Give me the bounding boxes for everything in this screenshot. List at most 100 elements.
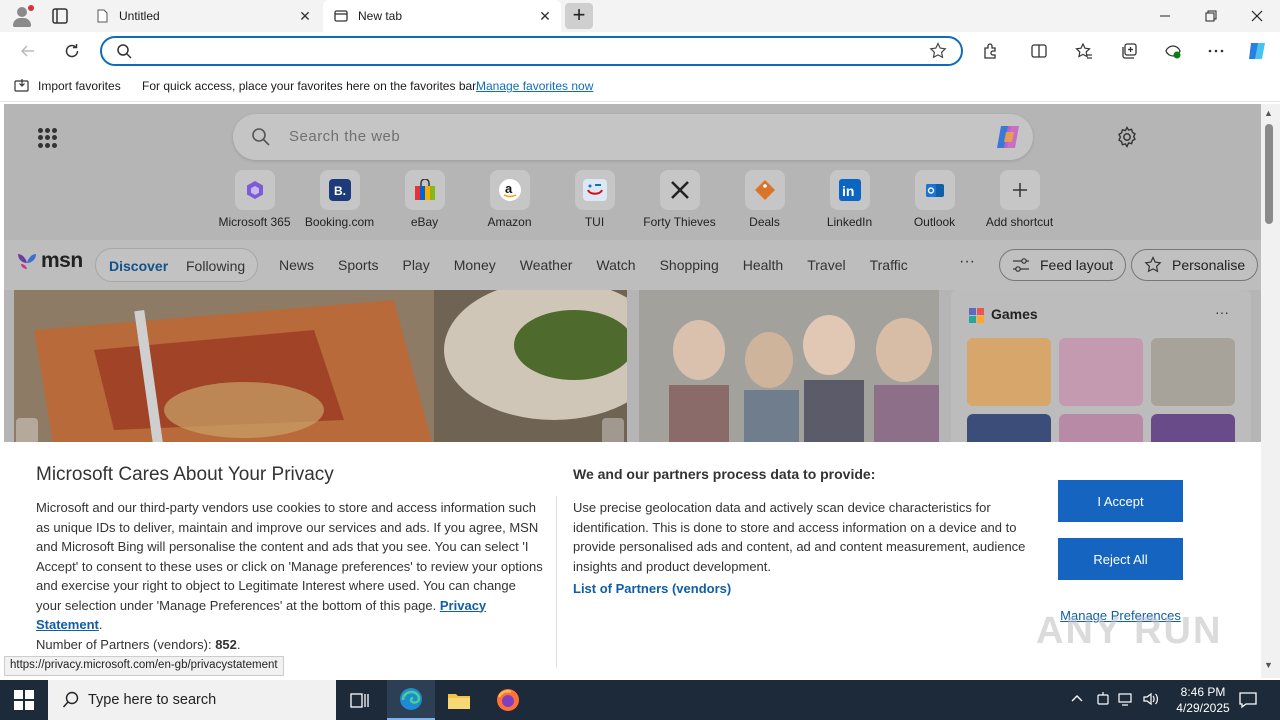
back-arrow-icon[interactable] (16, 39, 40, 63)
edge-taskbar-icon[interactable] (387, 680, 435, 720)
clock-date: 4/29/2025 (1176, 701, 1230, 715)
forty-thieves-icon (670, 181, 689, 199)
shortcut-outlook[interactable]: Outlook (892, 170, 977, 229)
list-of-partners-link[interactable]: List of Partners (vendors) (573, 581, 731, 596)
copilot-icon[interactable] (993, 122, 1023, 152)
taskbar-search-box[interactable]: Type here to search (48, 680, 336, 720)
close-tab-icon[interactable]: ✕ (297, 8, 313, 24)
taskbar-clock[interactable]: 8:46 PM 4/29/2025 (1168, 684, 1238, 716)
new-tab-button[interactable]: + (565, 3, 593, 29)
favorites-bar-message: For quick access, place your favorites h… (142, 79, 479, 93)
notifications-icon[interactable] (1238, 690, 1258, 713)
more-categories-button[interactable]: ··· (959, 253, 975, 271)
import-favorites-icon (14, 79, 29, 92)
shortcut-microsoft-365[interactable]: Microsoft 365 (212, 170, 297, 229)
feed-card-food-image[interactable] (14, 290, 627, 450)
personalise-button[interactable]: Personalise (1131, 249, 1259, 281)
games-widget: Games ··· (951, 290, 1251, 482)
category-news[interactable]: News (279, 257, 314, 273)
windows-start-icon[interactable] (14, 690, 34, 710)
address-bar[interactable] (100, 36, 963, 66)
shortcut-label: TUI (584, 215, 605, 229)
category-shopping[interactable]: Shopping (660, 257, 719, 273)
game-tile[interactable] (967, 338, 1051, 406)
scroll-up-arrow-icon[interactable]: ▲ (1264, 108, 1273, 118)
file-explorer-icon[interactable] (435, 680, 483, 720)
games-more-button[interactable]: ··· (1215, 304, 1229, 320)
category-sports[interactable]: Sports (338, 257, 378, 273)
category-play[interactable]: Play (402, 257, 429, 273)
category-health[interactable]: Health (743, 257, 783, 273)
partners-count-label: Number of Partners (vendors): (36, 636, 212, 652)
web-search-box[interactable]: Search the web (233, 114, 1033, 160)
extensions-icon[interactable] (980, 40, 1002, 62)
copilot-icon[interactable] (1246, 40, 1268, 62)
category-weather[interactable]: Weather (520, 257, 573, 273)
browser-essentials-icon[interactable] (1162, 40, 1184, 62)
volume-icon[interactable] (1142, 691, 1160, 710)
feed-layout-button[interactable]: Feed layout (999, 249, 1127, 281)
collections-icon[interactable] (1118, 40, 1140, 62)
page-scrollbar[interactable]: ▲ ▼ (1261, 104, 1280, 678)
split-screen-icon[interactable] (1028, 40, 1050, 62)
scrollbar-thumb[interactable] (1265, 124, 1273, 224)
network-icon[interactable] (1118, 691, 1134, 710)
profile-avatar-icon[interactable] (9, 3, 35, 29)
feed-card-people-image[interactable] (639, 290, 939, 450)
svg-text:in: in (842, 183, 854, 199)
more-options-icon[interactable] (1205, 40, 1227, 62)
anyrun-watermark: ANY RUN (1036, 610, 1223, 652)
close-window-icon[interactable] (1234, 0, 1280, 32)
personalise-star-icon (1144, 256, 1162, 273)
shortcut-tui[interactable]: TUI (552, 170, 637, 229)
scroll-down-arrow-icon[interactable]: ▼ (1264, 660, 1273, 670)
shortcut-label: Amazon (487, 215, 532, 229)
shortcut-deals[interactable]: Deals (722, 170, 807, 229)
task-view-icon[interactable] (336, 680, 384, 720)
category-money[interactable]: Money (454, 257, 496, 273)
device-icon[interactable] (1096, 691, 1110, 710)
search-icon (116, 43, 132, 62)
add-favorite-star-icon[interactable] (929, 42, 947, 63)
refresh-icon[interactable] (60, 39, 84, 63)
shortcut-forty-thieves[interactable]: Forty Thieves (637, 170, 722, 229)
shortcut-linkedin[interactable]: in LinkedIn (807, 170, 892, 229)
category-traffic[interactable]: Traffic (870, 257, 908, 273)
data-processing-title: We and our partners process data to prov… (573, 466, 876, 482)
minimize-icon[interactable] (1142, 0, 1188, 32)
show-hidden-icons-chevron-icon[interactable] (1070, 691, 1084, 708)
add-shortcut-button[interactable]: Add shortcut (977, 170, 1062, 229)
shortcut-ebay[interactable]: eBay (382, 170, 467, 229)
shortcut-label: Outlook (913, 215, 956, 229)
svg-text:a: a (505, 181, 513, 196)
taskbar-search-placeholder: Type here to search (88, 692, 217, 708)
tab-new-tab[interactable]: New tab ✕ (323, 0, 561, 32)
accept-button[interactable]: I Accept (1058, 480, 1183, 522)
restore-icon[interactable] (1188, 0, 1234, 32)
tab-actions-icon[interactable] (50, 6, 70, 26)
shortcut-amazon[interactable]: a Amazon (467, 170, 552, 229)
favorites-icon[interactable] (1073, 40, 1095, 62)
deals-icon (754, 180, 775, 200)
tab-following[interactable]: Following (186, 258, 245, 274)
seniors-photo (639, 290, 939, 450)
msn-logo-text: msn (41, 249, 83, 272)
import-favorites-button[interactable]: Import favorites (14, 78, 121, 94)
shortcut-label: Booking.com (304, 215, 375, 229)
app-launcher-icon[interactable] (38, 128, 58, 148)
game-tile[interactable] (1059, 338, 1143, 406)
page-settings-gear-icon[interactable] (1116, 126, 1138, 148)
firefox-icon[interactable] (484, 680, 532, 720)
tab-untitled[interactable]: Untitled ✕ (84, 0, 321, 32)
close-tab-icon[interactable]: ✕ (537, 8, 553, 24)
game-tile[interactable] (1151, 338, 1235, 406)
amazon-icon: a (498, 179, 521, 201)
category-travel[interactable]: Travel (807, 257, 845, 273)
msn-logo[interactable]: msn (16, 249, 83, 273)
search-icon (251, 127, 271, 150)
category-watch[interactable]: Watch (596, 257, 635, 273)
shortcut-booking[interactable]: B. Booking.com (297, 170, 382, 229)
tab-discover[interactable]: Discover (109, 258, 168, 274)
manage-favorites-link[interactable]: Manage favorites now (476, 79, 593, 93)
reject-all-button[interactable]: Reject All (1058, 538, 1183, 580)
